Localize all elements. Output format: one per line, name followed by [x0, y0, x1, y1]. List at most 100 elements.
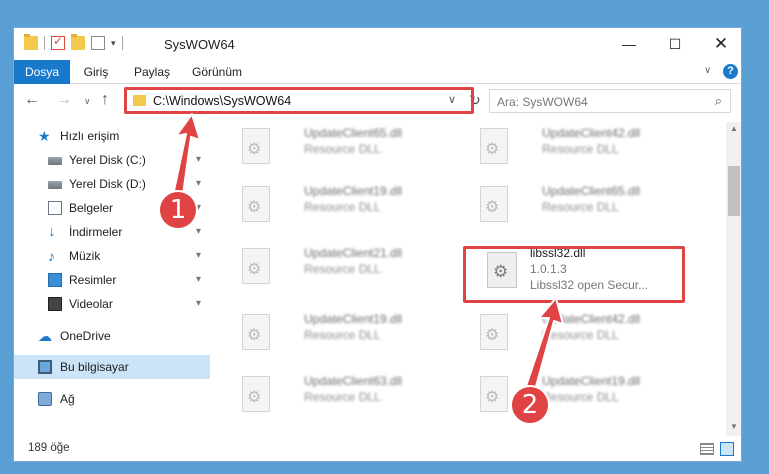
minimize-button[interactable]: —: [606, 28, 652, 60]
customize-toolbar-icon[interactable]: [91, 36, 105, 50]
file-item[interactable]: UpdateClient42.dll Resource DLL: [472, 308, 702, 362]
pin-icon[interactable]: ▾: [196, 220, 201, 244]
file-description: Resource DLL: [542, 142, 619, 156]
sidebar-item-music[interactable]: ♪ Müzik ▾: [14, 244, 210, 268]
explorer-window: ▾ SysWOW64 — ☐ ✕ Dosya Giriş Paylaş Görü…: [13, 27, 742, 462]
properties-check-icon[interactable]: [51, 34, 65, 50]
pin-icon[interactable]: ▾: [196, 172, 201, 196]
file-item[interactable]: UpdateClient19.dll Resource DLL: [472, 370, 702, 424]
search-icon[interactable]: ⌕: [715, 93, 722, 109]
new-folder-icon[interactable]: [71, 34, 85, 50]
pictures-icon: [48, 273, 62, 287]
search-placeholder: Ara: SysWOW64: [497, 95, 588, 109]
file-item[interactable]: UpdateClient63.dll Resource DLL: [234, 370, 464, 424]
file-name: UpdateClient19.dll: [304, 184, 403, 198]
scrollbar-thumb[interactable]: [728, 166, 740, 216]
sidebar-item-label: Ağ: [60, 392, 75, 406]
file-name: UpdateClient21.dll: [304, 246, 403, 260]
file-item[interactable]: UpdateClient19.dll Resource DLL: [234, 180, 464, 234]
search-input[interactable]: Ara: SysWOW64 ⌕: [489, 89, 731, 113]
up-button[interactable]: ↑: [101, 91, 109, 109]
file-description: Resource DLL: [542, 200, 619, 214]
toolbar-dropdown-icon[interactable]: ▾: [111, 38, 116, 49]
tab-view[interactable]: Görünüm: [188, 60, 246, 84]
forward-button[interactable]: →: [56, 91, 72, 109]
file-description: Resource DLL: [304, 390, 381, 404]
help-icon[interactable]: ?: [723, 64, 738, 79]
dll-file-icon: [242, 314, 270, 350]
file-name: UpdateClient63.dll: [304, 374, 403, 388]
dll-file-icon: [242, 128, 270, 164]
pin-icon[interactable]: ▾: [196, 244, 201, 268]
toolbar-divider: [44, 36, 45, 50]
sidebar-item-local-disk-c[interactable]: Yerel Disk (C:) ▾: [14, 148, 210, 172]
dll-file-icon: [480, 376, 508, 412]
quick-access-toolbar: ▾: [24, 34, 123, 50]
tab-file[interactable]: Dosya: [14, 60, 70, 84]
step-2-badge: 2: [510, 385, 550, 425]
download-icon: ↓: [48, 223, 56, 240]
close-button[interactable]: ✕: [698, 28, 741, 60]
file-item[interactable]: UpdateClient19.dll Resource DLL: [234, 308, 464, 362]
maximize-button[interactable]: ☐: [652, 28, 698, 60]
status-bar: 189 öğe: [14, 436, 741, 461]
sidebar-item-onedrive[interactable]: ☁ OneDrive: [14, 324, 210, 348]
window-title: SysWOW64: [164, 37, 235, 52]
sidebar-item-label: Videolar: [69, 297, 113, 311]
file-item[interactable]: UpdateClient21.dll Resource DLL: [234, 242, 464, 296]
file-name: UpdateClient42.dll: [542, 126, 641, 140]
sidebar-item-label: Yerel Disk (C:): [69, 153, 146, 167]
sidebar-item-quick-access[interactable]: ★ Hızlı erişim: [14, 124, 210, 148]
step-1-badge: 1: [158, 190, 198, 230]
recent-locations-icon[interactable]: ∨: [84, 96, 91, 107]
address-highlight-box: [124, 87, 474, 114]
sidebar-item-label: Hızlı erişim: [60, 129, 120, 143]
pin-icon[interactable]: ▾: [196, 148, 201, 172]
large-icons-view-icon[interactable]: [720, 442, 734, 456]
sidebar-item-videos[interactable]: Videolar ▾: [14, 292, 210, 316]
tab-home[interactable]: Giriş: [76, 60, 116, 84]
file-description: Resource DLL: [304, 328, 381, 342]
sidebar-item-network[interactable]: Ağ: [14, 387, 210, 411]
file-description: Resource DLL: [542, 390, 619, 404]
title-bar: ▾ SysWOW64 — ☐ ✕: [14, 28, 741, 60]
network-icon: [38, 392, 52, 406]
file-item[interactable]: UpdateClient65.dll Resource DLL: [472, 180, 702, 234]
sidebar-item-pictures[interactable]: Resimler ▾: [14, 268, 210, 292]
scroll-up-icon[interactable]: ▲: [730, 124, 738, 133]
sidebar-item-label: Müzik: [69, 249, 101, 263]
file-name: UpdateClient42.dll: [542, 312, 641, 326]
file-item[interactable]: UpdateClient42.dll Resource DLL: [472, 122, 702, 176]
item-count: 189 öğe: [28, 442, 70, 454]
dll-file-icon: [480, 128, 508, 164]
tab-share[interactable]: Paylaş: [130, 60, 174, 84]
file-name: UpdateClient65.dll: [542, 184, 641, 198]
folder-icon: [24, 34, 38, 50]
video-icon: [48, 297, 62, 311]
file-name: UpdateClient19.dll: [542, 374, 641, 388]
sidebar-item-label: İndirmeler: [69, 225, 123, 239]
file-description: Resource DLL: [304, 262, 381, 276]
file-description: Resource DLL: [542, 328, 619, 342]
sidebar-item-label: Bu bilgisayar: [60, 360, 129, 374]
sidebar-item-this-pc[interactable]: Bu bilgisayar: [14, 355, 210, 379]
pin-icon[interactable]: ▾: [196, 292, 201, 316]
computer-icon: [38, 360, 52, 374]
drive-icon: [48, 181, 62, 189]
navigation-bar: ← → ∨ ↑ C:\Windows\SysWOW64 ∨ ↻ Ara: Sys…: [14, 86, 741, 116]
file-item[interactable]: UpdateClient65.dll Resource DLL: [234, 122, 464, 176]
file-description: Resource DLL: [304, 142, 381, 156]
sidebar-item-label: Yerel Disk (D:): [69, 177, 146, 191]
toolbar-divider: [121, 36, 123, 50]
ribbon-tabs: Dosya Giriş Paylaş Görünüm ∨ ?: [14, 60, 741, 84]
back-button[interactable]: ←: [24, 91, 40, 109]
vertical-scrollbar[interactable]: ▲ ▼: [726, 122, 741, 436]
dll-file-icon: [242, 376, 270, 412]
scroll-down-icon[interactable]: ▼: [730, 422, 738, 431]
file-highlight-box: [463, 246, 685, 303]
sidebar-item-label: Resimler: [69, 273, 117, 287]
details-view-icon[interactable]: [700, 443, 714, 455]
expand-ribbon-icon[interactable]: ∨: [704, 65, 711, 76]
pin-icon[interactable]: ▾: [196, 268, 201, 292]
music-icon: ♪: [48, 248, 55, 264]
